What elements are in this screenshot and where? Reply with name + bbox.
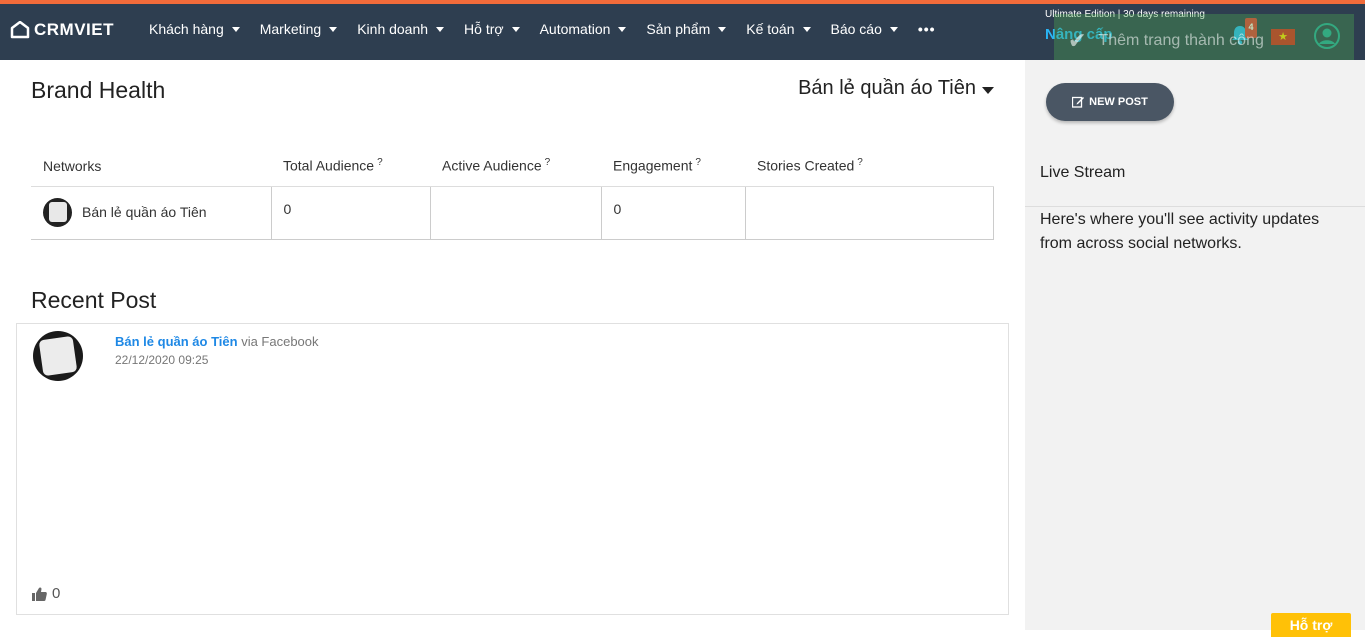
caret-down-icon — [802, 26, 811, 32]
new-post-label: NEW POST — [1089, 96, 1148, 108]
post-source: via Facebook — [241, 334, 319, 349]
check-icon: ✔ — [1068, 28, 1087, 53]
stories-created-cell — [744, 186, 994, 240]
help-icon[interactable]: ? — [377, 157, 383, 168]
nav-label: Automation — [539, 21, 611, 37]
network-name: Bán lẻ quần áo Tiên — [82, 204, 207, 220]
nav-ho-tro[interactable]: Hỗ trợ — [454, 21, 530, 37]
column-header-total-audience: Total Audience? — [271, 146, 430, 187]
post-likes[interactable]: 0 — [32, 585, 60, 602]
caret-down-icon — [329, 26, 338, 32]
engagement-cell: 0 — [600, 186, 745, 240]
nav-label: Khách hàng — [149, 21, 224, 37]
edit-icon — [1072, 96, 1085, 108]
column-label: Engagement — [613, 158, 693, 175]
help-icon[interactable]: ? — [695, 157, 701, 168]
main-nav: Khách hàng Marketing Kinh doanh Hỗ trợ A… — [139, 21, 946, 37]
column-header-engagement: Engagement? — [601, 146, 745, 187]
toast-message: Thêm trang thành công — [1098, 32, 1264, 49]
column-label: Total Audience — [283, 158, 375, 175]
crmviet-logo[interactable]: CRMVIET — [10, 20, 114, 40]
live-stream-title: Live Stream — [1040, 164, 1126, 181]
caret-down-icon — [511, 26, 520, 32]
column-header-networks: Networks — [31, 146, 271, 187]
nav-label: Marketing — [259, 21, 322, 37]
post-timestamp: 22/12/2020 09:25 — [115, 353, 209, 367]
main-content: Brand Health Bán lẻ quần áo Tiên Network… — [0, 60, 1025, 637]
caret-down-icon — [231, 26, 240, 32]
thumbs-up-icon — [32, 586, 47, 601]
help-icon[interactable]: ? — [857, 157, 863, 168]
new-post-button[interactable]: NEW POST — [1046, 83, 1174, 121]
nav-label: Kinh doanh — [357, 21, 429, 37]
caret-down-icon — [718, 26, 727, 32]
caret-down-icon — [889, 26, 898, 32]
nav-bao-cao[interactable]: Báo cáo — [821, 21, 908, 37]
brand-health-title: Brand Health — [31, 77, 166, 103]
active-audience-cell — [429, 186, 601, 240]
support-button[interactable]: Hỗ trợ — [1271, 613, 1351, 637]
nav-label: Báo cáo — [830, 21, 882, 37]
nav-label: Kế toán — [746, 21, 795, 37]
brand-health-table: Networks Total Audience? Active Audience… — [31, 146, 994, 240]
nav-automation[interactable]: Automation — [530, 21, 637, 37]
live-stream-message: Here's where you'll see activity updates… — [1040, 211, 1320, 252]
nav-marketing[interactable]: Marketing — [250, 21, 347, 37]
total-audience-cell: 0 — [270, 186, 430, 240]
logo-text: CRMVIET — [34, 20, 114, 39]
page-selector-dropdown[interactable]: Bán lẻ quần áo Tiên — [798, 77, 994, 100]
caret-down-icon — [982, 87, 994, 94]
nav-label: Hỗ trợ — [464, 21, 504, 37]
nav-san-pham[interactable]: Sản phẩm — [636, 21, 736, 37]
nav-khach-hang[interactable]: Khách hàng — [139, 21, 250, 37]
selected-page-label: Bán lẻ quần áo Tiên — [798, 77, 976, 99]
nav-ke-toan[interactable]: Kế toán — [736, 21, 820, 37]
column-header-active-audience: Active Audience? — [430, 146, 601, 187]
post-author-link[interactable]: Bán lẻ quần áo Tiên — [115, 334, 238, 349]
like-count: 0 — [52, 585, 61, 602]
more-menu-icon[interactable]: ••• — [908, 21, 946, 37]
column-label: Networks — [43, 157, 102, 174]
table-row: Bán lẻ quần áo Tiên 0 0 — [31, 186, 994, 240]
nav-kinh-doanh[interactable]: Kinh doanh — [347, 21, 454, 37]
recent-post-title: Recent Post — [31, 287, 157, 313]
column-label: Stories Created — [757, 158, 855, 175]
logo-icon — [10, 21, 30, 39]
recent-post-card: Bán lẻ quần áo Tiên via Facebook 22/12/2… — [16, 323, 1009, 615]
help-icon[interactable]: ? — [545, 157, 551, 168]
caret-down-icon — [618, 26, 627, 32]
live-stream-divider — [1025, 206, 1365, 207]
page-avatar — [43, 197, 72, 227]
right-sidebar: NEW POST Live Stream Here's where you'll… — [1025, 60, 1365, 630]
post-author-avatar[interactable] — [33, 331, 83, 381]
network-cell: Bán lẻ quần áo Tiên — [31, 186, 271, 240]
column-label: Active Audience — [442, 158, 542, 175]
column-header-stories-created: Stories Created? — [745, 146, 994, 187]
nav-label: Sản phẩm — [646, 21, 711, 37]
caret-down-icon — [436, 26, 445, 32]
